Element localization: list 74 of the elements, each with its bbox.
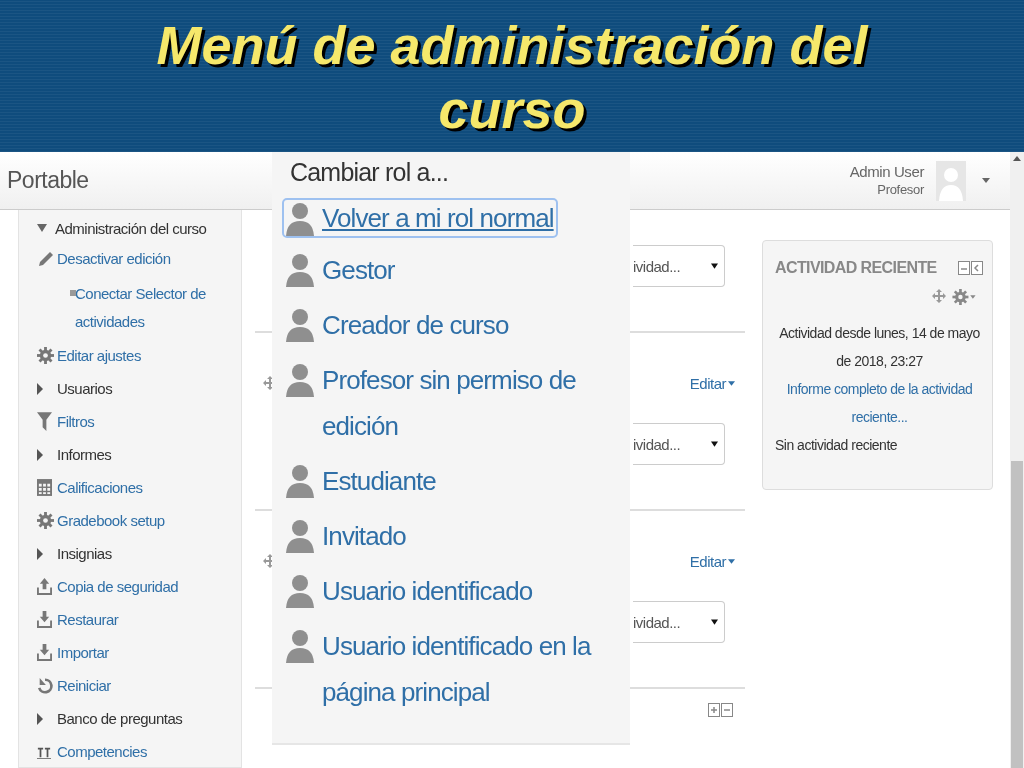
upload-icon [37,578,52,595]
user-role: Profesor [877,180,924,199]
edit-menu-link[interactable]: Editar [689,374,735,392]
role-menu-item[interactable]: Profesor sin permiso de edición [284,352,618,453]
menu-link[interactable]: Filtros [57,413,95,430]
role-menu-item[interactable]: Usuario identificado en la página principal [284,618,618,719]
settings-icon [37,512,54,529]
role-menu-item[interactable]: Gestor [284,242,395,297]
user-name[interactable]: Admin User [849,162,924,181]
menu-link[interactable]: Usuarios [57,380,113,397]
menu-link[interactable]: Reiniciar [57,677,111,694]
collapse-icon[interactable] [721,703,733,717]
menu-link[interactable]: Banco de preguntas [57,710,183,727]
menu-link[interactable]: Competencies [57,743,147,760]
menu-link[interactable]: Copia de seguridad [57,578,179,595]
edit-menu-link[interactable]: Editar [689,552,735,570]
person-icon [286,308,314,342]
bullet-icon [70,290,76,296]
block-title: ACTIVIDAD RECIENTE [775,259,937,277]
slide-title: Menú de administración del curso [155,14,870,141]
person-icon [286,202,314,236]
grid-icon [37,479,52,496]
menu-link[interactable]: Desactivar edición [57,250,171,267]
activity-select[interactable]: ividad... [633,423,725,465]
person-icon [286,253,314,287]
collapsed-caret-icon[interactable] [37,712,43,725]
scrollbar[interactable] [1010,152,1024,768]
person-icon [286,519,314,553]
menu-link[interactable]: Calificaciones [57,479,143,496]
dock-controls-icon[interactable] [958,261,984,275]
download-icon [37,611,52,628]
role-menu-item[interactable]: Creador de curso [284,297,509,352]
caret-icon [728,380,735,386]
menu-link[interactable]: Restaurar [57,611,119,628]
menu-link[interactable]: Editar ajustes [57,347,141,364]
expand-icon[interactable] [708,703,720,717]
role-menu-item[interactable]: Usuario identificado [284,563,533,618]
reset-icon [37,677,53,694]
pencil-icon [37,249,55,268]
caret-icon [711,441,718,447]
collapsed-caret-icon[interactable] [37,547,43,560]
activity-since-text: Actividad desde lunes, 14 de mayo de 2018, 23:27 [778,324,981,371]
menu-link[interactable]: Importar [57,644,109,661]
activity-select[interactable]: ividad... [633,601,725,643]
role-menu-item[interactable]: Invitado [284,508,406,563]
block-title[interactable]: Administración del curso [55,219,207,237]
collapsed-caret-icon[interactable] [37,448,43,461]
person-icon [286,574,314,608]
expanded-caret-icon[interactable] [37,224,47,232]
caret-icon [711,263,718,269]
menu-link[interactable]: Gradebook setup [57,512,165,529]
download-icon [37,644,52,661]
menu-title: Cambiar rol a... [289,157,449,188]
menu-link[interactable]: Informes [57,446,112,463]
no-activity-text: Sin actividad reciente [775,436,899,455]
caret-icon [711,619,718,625]
activity-select[interactable]: ividad... [633,245,725,287]
person-icon [286,629,314,663]
site-name[interactable]: Portable [7,167,89,194]
caret-icon [728,558,735,564]
menu-link[interactable]: Conectar Selector de actividades [37,280,233,336]
settings-icon[interactable] [952,289,976,305]
full-report-link[interactable]: Informe completo de la actividad reciente... [775,375,984,431]
settings-icon [37,347,54,364]
caret-icon[interactable] [982,178,990,183]
collapsed-caret-icon[interactable] [37,382,43,395]
filter-icon [37,412,52,431]
scroll-up-icon[interactable] [1013,156,1021,161]
role-menu-item[interactable]: Volver a mi rol normal [284,200,556,236]
move-icon[interactable] [932,289,946,303]
menu-link[interactable]: Insignias [57,545,112,562]
person-icon [286,464,314,498]
role-menu-item[interactable]: Estudiante [284,453,436,508]
person-icon [286,363,314,397]
